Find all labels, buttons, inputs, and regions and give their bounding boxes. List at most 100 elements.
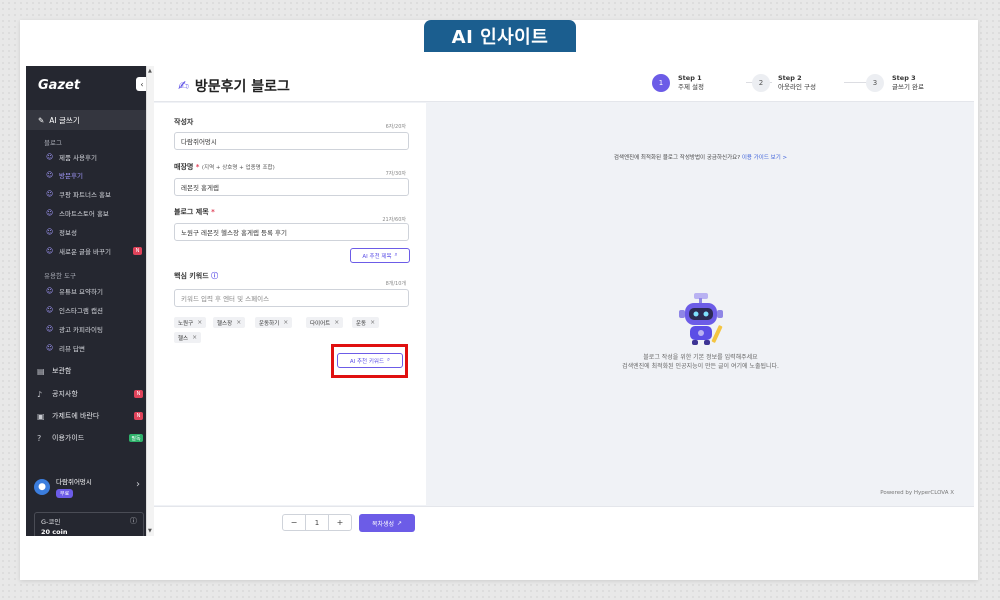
highlight-box (331, 344, 408, 378)
user-profile[interactable]: ● 다람쥐어멍시 무료 › (34, 476, 142, 498)
keyword-chip: 다이어트 × (306, 317, 344, 328)
search-icon: ⌕ (394, 252, 398, 258)
guide-link[interactable]: 이용 가이드 보기 > (742, 155, 787, 161)
robot-mascot-icon (679, 293, 723, 345)
bell-icon: ♪ (37, 389, 43, 399)
generate-outline-button[interactable]: 목차생성 ↗ (359, 514, 415, 532)
keyword-chip: 헬스 × (174, 332, 202, 343)
question-icon: ? (37, 433, 42, 443)
avatar: ● (34, 479, 50, 495)
guide-hint: 검색엔진에 최적화된 블로그 작성방법이 궁금하신가요? 이용 가이드 보기 > (613, 155, 788, 161)
robot-icon: ☺ (46, 171, 54, 179)
close-icon[interactable]: × (283, 319, 288, 326)
user-name: 다람쥐어멍시 (56, 478, 92, 486)
close-icon[interactable]: × (192, 334, 197, 341)
close-icon[interactable]: × (370, 319, 375, 326)
robot-icon: ☺ (46, 228, 54, 236)
sidebar-item-notice[interactable]: ♪ 공지사항 N (37, 389, 143, 399)
step-title: Step 1 (678, 74, 702, 82)
close-icon[interactable]: × (334, 319, 339, 326)
robot-icon: ☺ (46, 153, 54, 161)
page-header: ✍ 방문후기 블로그 1 Step 1 주제 설정 2 Step 2 아웃라인 구성… (154, 66, 974, 102)
preview-panel: 검색엔진에 최적화된 블로그 작성방법이 궁금하신가요? 이용 가이드 보기 > (427, 103, 974, 505)
sidebar-item-feedback[interactable]: ▣ 가제트에 바란다 N (37, 411, 143, 421)
coin-label: G-코인 (41, 518, 61, 526)
sidebar-item-info[interactable]: ☺ 정보성 (46, 227, 142, 237)
app-logo[interactable]: Gazet (38, 78, 80, 93)
step-label: 글쓰기 완료 (892, 83, 924, 91)
bottom-bar: − 1 + 목차생성 ↗ (154, 506, 974, 536)
step-title: Step 3 (892, 74, 916, 82)
sidebar-item-smartstore[interactable]: ☺ 스마트스토어 홍보 (46, 208, 142, 218)
sidebar-item-visit-review[interactable]: ☺ 방문후기 (46, 170, 142, 180)
robot-icon: ☺ (46, 190, 54, 198)
new-badge: N (134, 390, 143, 398)
app-window: Gazet ‹ ✎ AI 글쓰기 블로그 ☺ 제품 사용후기 ☺ 방문후기 ☺ 쿠팡 … (26, 66, 974, 536)
close-icon[interactable]: × (197, 319, 202, 326)
new-badge: N (133, 247, 142, 255)
store-label: 매장명 * (지역 + 상호명 + 업종명 조합) (174, 163, 275, 171)
ai-title-button[interactable]: AI 추천 제목 ⌕ (350, 248, 410, 263)
robot-icon: ☺ (46, 325, 54, 333)
step-number: 2 (752, 74, 770, 92)
blog-title-count: 21자/60자 (382, 217, 406, 223)
info-icon[interactable]: ⓘ (130, 516, 137, 526)
step-2: 2 Step 2 아웃라인 구성 (752, 74, 816, 92)
keyword-chip: 헬스장 × (213, 317, 246, 328)
coin-balance: G-코인 20 coin ⓘ (34, 512, 144, 536)
page-title: ✍ 방문후기 블로그 (178, 78, 290, 96)
robot-icon: ☺ (46, 209, 54, 217)
sidebar-item-review-reply[interactable]: ☺ 리뷰 답변 (46, 343, 142, 353)
powered-by: Powered by HyperCLOVA X (880, 490, 954, 496)
author-label: 작성자 (174, 118, 194, 126)
keyword-chip: 노원구 × (174, 317, 207, 328)
minus-button[interactable]: − (283, 515, 305, 530)
sidebar-item-ai-writing[interactable]: ✎ AI 글쓰기 (26, 110, 146, 130)
store-input[interactable]: 레몬짓 홍게렙 (174, 178, 409, 196)
info-icon[interactable]: ⓘ (211, 272, 218, 280)
sidebar-item-youtube[interactable]: ☺ 유튜브 요약하기 (46, 286, 142, 296)
step-label: 아웃라인 구성 (778, 83, 816, 91)
scroll-down-icon[interactable]: ▼ (148, 528, 152, 534)
sidebar-item-coupang[interactable]: ☺ 쿠팡 파트너스 홍보 (46, 189, 142, 199)
message-icon: ▣ (37, 411, 45, 421)
close-icon[interactable]: × (236, 319, 241, 326)
store-hint: (지역 + 상호명 + 업종명 조합) (201, 165, 275, 171)
section-label-tools: 유용한 도구 (44, 272, 76, 280)
plan-badge: 무료 (56, 489, 74, 498)
robot-icon: ☺ (46, 344, 54, 352)
section-banner: AI 인사이트 (424, 20, 576, 52)
must-read-badge: 필독 (129, 434, 143, 442)
robot-icon: ☺ (46, 287, 54, 295)
sidebar-item-guide[interactable]: ? 이용가이드 필독 (37, 433, 143, 443)
sidebar-item-rewrite[interactable]: ☺ 새로운 글을 바꾸기 N (46, 246, 142, 256)
sidebar-item-archive[interactable]: ▤ 보관함 (37, 366, 143, 376)
main-content: ✍ 방문후기 블로그 1 Step 1 주제 설정 2 Step 2 아웃라인 구성… (154, 66, 974, 536)
sidebar-item-instagram[interactable]: ☺ 인스타그램 캡션 (46, 305, 142, 315)
robot-icon: ☺ (46, 306, 54, 314)
sidebar-item-ad-copy[interactable]: ☺ 광고 카피라이팅 (46, 324, 142, 334)
step-title: Step 2 (778, 74, 802, 82)
plus-button[interactable]: + (329, 515, 351, 530)
keywords-count: 8개/10개 (385, 281, 406, 287)
store-count: 7자/30자 (385, 171, 406, 177)
coin-value: 20 coin (41, 528, 68, 536)
step-1: 1 Step 1 주제 설정 (652, 74, 704, 92)
keyword-chip: 운동하기 × (255, 317, 293, 328)
keyword-input[interactable]: 키워드 입력 후 엔터 및 스페이스 (174, 289, 409, 307)
author-input[interactable]: 다람쥐어멍시 (174, 132, 409, 150)
sidebar-scrollbar[interactable]: ▲ ▼ (146, 66, 154, 536)
required-mark: * (195, 163, 200, 171)
keywords-label: 핵심 키워드 ⓘ (174, 272, 219, 280)
edit-document-icon: ✍ (178, 78, 189, 94)
step-label: 주제 설정 (678, 83, 704, 91)
archive-icon: ▤ (37, 366, 45, 376)
blog-title-input[interactable]: 노원구 레몬짓 헬스장 홍게렙 등록 후기 (174, 223, 409, 241)
quantity-stepper: − 1 + (282, 514, 352, 531)
sidebar-item-product-review[interactable]: ☺ 제품 사용후기 (46, 152, 142, 162)
scroll-up-icon[interactable]: ▲ (148, 68, 152, 74)
sidebar: Gazet ‹ ✎ AI 글쓰기 블로그 ☺ 제품 사용후기 ☺ 방문후기 ☺ 쿠팡 … (26, 66, 148, 536)
quantity-value[interactable]: 1 (305, 515, 329, 530)
step-number: 3 (866, 74, 884, 92)
blog-title-label: 블로그 제목 * (174, 208, 215, 216)
